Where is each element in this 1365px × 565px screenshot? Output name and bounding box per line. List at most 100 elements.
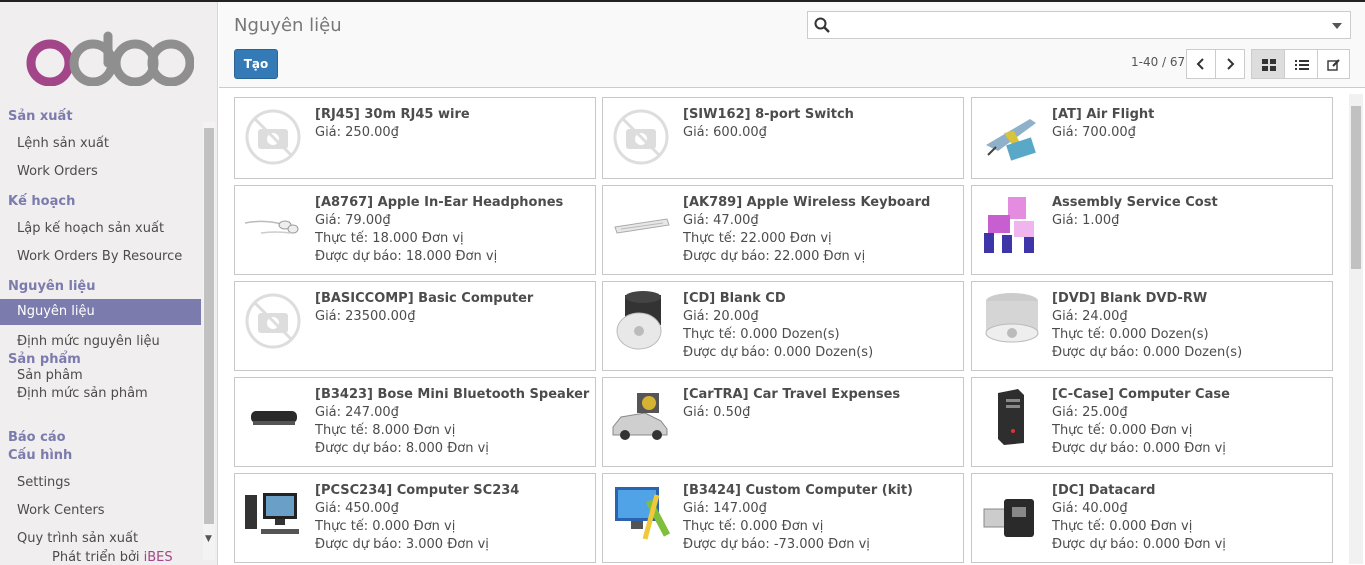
section-bao-cao[interactable]: Báo cáo bbox=[8, 430, 66, 445]
product-forecast: Được dự báo: 0.000 Đơn vị bbox=[1052, 537, 1226, 552]
sidebar-item-nguyen-lieu[interactable]: Nguyên liệu bbox=[0, 299, 201, 325]
product-name[interactable]: [B3424] Custom Computer (kit) bbox=[683, 483, 913, 498]
kanban-scrollbar[interactable] bbox=[1349, 94, 1363, 564]
kanban-card[interactable]: [CarTRA] Car Travel Expenses Giá: 0.50₫ bbox=[602, 377, 964, 467]
chevron-left-icon bbox=[1196, 58, 1204, 70]
sidebar-item-lap-ke-hoach[interactable]: Lập kế hoạch sản xuất bbox=[17, 221, 164, 236]
list-icon bbox=[1295, 60, 1309, 70]
computer-kit-icon bbox=[615, 487, 671, 540]
product-price: Giá: 20.00₫ bbox=[683, 309, 759, 324]
kanban-card[interactable]: [CD] Blank CD Giá: 20.00₫ Thực tế: 0.000 D… bbox=[602, 281, 964, 371]
no-image-icon bbox=[245, 293, 301, 349]
sidebar: Sản xuất Lệnh sản xuất Work Orders Kế ho… bbox=[0, 2, 218, 565]
product-on-hand: Thực tế: 0.000 Dozen(s) bbox=[683, 327, 840, 342]
product-name[interactable]: [DC] Datacard bbox=[1052, 483, 1156, 498]
section-ke-hoach[interactable]: Kế hoạch bbox=[8, 194, 75, 209]
product-price: Giá: 250.00₫ bbox=[315, 125, 399, 140]
pager-value[interactable]: 1-40 / 67 bbox=[1131, 55, 1185, 69]
product-on-hand: Thực tế: 8.000 Đơn vị bbox=[315, 423, 456, 438]
kanban-card[interactable]: [BASICCOMP] Basic Computer Giá: 23500.00₫ bbox=[234, 281, 596, 371]
kanban-card[interactable]: [DC] Datacard Giá: 40.00₫ Thực tế: 0.000 Đ… bbox=[971, 473, 1333, 563]
section-san-pham[interactable]: Sản phẩm bbox=[8, 352, 81, 367]
product-name[interactable]: [A8767] Apple In-Ear Headphones bbox=[315, 195, 563, 210]
product-name[interactable]: [AK789] Apple Wireless Keyboard bbox=[683, 195, 930, 210]
sidebar-scroll-thumb[interactable] bbox=[204, 128, 214, 524]
search-input[interactable] bbox=[836, 15, 1316, 35]
airplane-icon bbox=[986, 119, 1036, 161]
product-name[interactable]: [C-Case] Computer Case bbox=[1052, 387, 1230, 402]
product-on-hand: Thực tế: 22.000 Đơn vị bbox=[683, 231, 832, 246]
search-box[interactable] bbox=[807, 11, 1351, 39]
sidebar-scrollbar[interactable]: ▼ bbox=[203, 122, 215, 560]
product-forecast: Được dự báo: 3.000 Đơn vị bbox=[315, 537, 489, 552]
footer-brand-link[interactable]: iBES bbox=[144, 550, 173, 565]
product-on-hand: Thực tế: 0.000 Dozen(s) bbox=[1052, 327, 1209, 342]
product-name[interactable]: Assembly Service Cost bbox=[1052, 195, 1218, 210]
edit-icon bbox=[1327, 59, 1340, 71]
kanban-card[interactable]: [C-Case] Computer Case Giá: 25.00₫ Thực tế… bbox=[971, 377, 1333, 467]
product-name[interactable]: [PCSC234] Computer SC234 bbox=[315, 483, 519, 498]
kanban-card[interactable]: [AT] Air Flight Giá: 700.00₫ bbox=[971, 97, 1333, 179]
sidebar-item-dinh-muc-san-pham[interactable]: Định mức sản phâm bbox=[17, 386, 148, 401]
kanban-card[interactable]: [SIW162] 8-port Switch Giá: 600.00₫ bbox=[602, 97, 964, 179]
no-image-icon bbox=[613, 109, 669, 165]
product-forecast: Được dự báo: -73.000 Đơn vị bbox=[683, 537, 870, 552]
kanban-scroll-thumb[interactable] bbox=[1351, 106, 1361, 269]
product-forecast: Được dự báo: 0.000 Dozen(s) bbox=[1052, 345, 1243, 360]
scroll-down-arrow-icon[interactable]: ▼ bbox=[205, 534, 212, 544]
product-price: Giá: 247.00₫ bbox=[315, 405, 399, 420]
kanban-card[interactable]: [A8767] Apple In-Ear Headphones Giá: 79.0… bbox=[234, 185, 596, 275]
kanban-card[interactable]: Assembly Service Cost Giá: 1.00₫ bbox=[971, 185, 1333, 275]
sidebar-item-san-pham[interactable]: Sản phâm bbox=[17, 368, 83, 383]
sidebar-item-work-orders[interactable]: Work Orders bbox=[17, 164, 98, 179]
product-name[interactable]: [RJ45] 30m RJ45 wire bbox=[315, 107, 470, 122]
product-on-hand: Thực tế: 0.000 Đơn vị bbox=[1052, 519, 1193, 534]
product-name[interactable]: [CarTRA] Car Travel Expenses bbox=[683, 387, 900, 402]
kanban-card[interactable]: [AK789] Apple Wireless Keyboard Giá: 47.0… bbox=[602, 185, 964, 275]
product-name[interactable]: [SIW162] 8-port Switch bbox=[683, 107, 854, 122]
section-nguyen-lieu[interactable]: Nguyên liệu bbox=[8, 279, 96, 294]
footer-prefix: Phát triển bởi bbox=[52, 550, 140, 565]
product-name[interactable]: [B3423] Bose Mini Bluetooth Speaker bbox=[315, 387, 589, 402]
product-forecast: Được dự báo: 18.000 Đơn vị bbox=[315, 249, 498, 264]
assembly-icon bbox=[984, 197, 1034, 253]
kanban-card[interactable]: [B3423] Bose Mini Bluetooth Speaker Giá: … bbox=[234, 377, 596, 467]
datacard-icon bbox=[983, 499, 1034, 537]
sidebar-item-quy-trinh[interactable]: Quy trình sản xuất bbox=[17, 531, 138, 546]
kanban-card[interactable]: [DVD] Blank DVD-RW Giá: 24.00₫ Thực tế: 0.… bbox=[971, 281, 1333, 371]
pager-next-button[interactable] bbox=[1215, 49, 1245, 79]
kanban-card[interactable]: [RJ45] 30m RJ45 wire Giá: 250.00₫ bbox=[234, 97, 596, 179]
create-button[interactable]: Tạo bbox=[234, 49, 278, 79]
product-name[interactable]: [BASICCOMP] Basic Computer bbox=[315, 291, 533, 306]
product-name[interactable]: [DVD] Blank DVD-RW bbox=[1052, 291, 1207, 306]
sidebar-item-settings[interactable]: Settings bbox=[17, 475, 70, 490]
product-forecast: Được dự báo: 8.000 Đơn vị bbox=[315, 441, 489, 456]
pager-previous-button[interactable] bbox=[1186, 49, 1216, 79]
search-dropdown-toggle-icon[interactable] bbox=[1332, 23, 1342, 29]
product-name[interactable]: [CD] Blank CD bbox=[683, 291, 786, 306]
section-cau-hinh[interactable]: Cấu hình bbox=[8, 448, 72, 463]
sidebar-item-work-orders-by-resource[interactable]: Work Orders By Resource bbox=[17, 249, 182, 264]
product-price: Giá: 147.00₫ bbox=[683, 501, 767, 516]
list-view-button[interactable] bbox=[1284, 49, 1318, 79]
kanban-view: [RJ45] 30m RJ45 wire Giá: 250.00₫ [SIW162]… bbox=[219, 89, 1365, 565]
product-price: Giá: 700.00₫ bbox=[1052, 125, 1136, 140]
kanban-card[interactable]: [PCSC234] Computer SC234 Giá: 450.00₫ Thực… bbox=[234, 473, 596, 563]
sidebar-item-dinh-muc-nguyen-lieu[interactable]: Định mức nguyên liệu bbox=[17, 334, 160, 349]
product-forecast: Được dự báo: 0.000 Đơn vị bbox=[1052, 441, 1226, 456]
form-view-button[interactable] bbox=[1317, 49, 1350, 79]
odoo-logo[interactable] bbox=[24, 30, 194, 86]
product-price: Giá: 23500.00₫ bbox=[315, 309, 416, 324]
kanban-card[interactable]: [B3424] Custom Computer (kit) Giá: 147.00… bbox=[602, 473, 964, 563]
sidebar-item-lenh-san-xuat[interactable]: Lệnh sản xuất bbox=[17, 136, 109, 151]
section-san-xuat[interactable]: Sản xuất bbox=[8, 109, 73, 124]
chevron-right-icon bbox=[1227, 58, 1235, 70]
product-name[interactable]: [AT] Air Flight bbox=[1052, 107, 1154, 122]
product-price: Giá: 450.00₫ bbox=[315, 501, 399, 516]
computer-case-icon bbox=[998, 389, 1024, 445]
product-on-hand: Thực tế: 0.000 Đơn vị bbox=[683, 519, 824, 534]
kanban-view-button[interactable] bbox=[1251, 49, 1285, 79]
product-forecast: Được dự báo: 0.000 Dozen(s) bbox=[683, 345, 874, 360]
sidebar-item-work-centers[interactable]: Work Centers bbox=[17, 503, 105, 518]
keyboard-icon bbox=[614, 218, 670, 234]
